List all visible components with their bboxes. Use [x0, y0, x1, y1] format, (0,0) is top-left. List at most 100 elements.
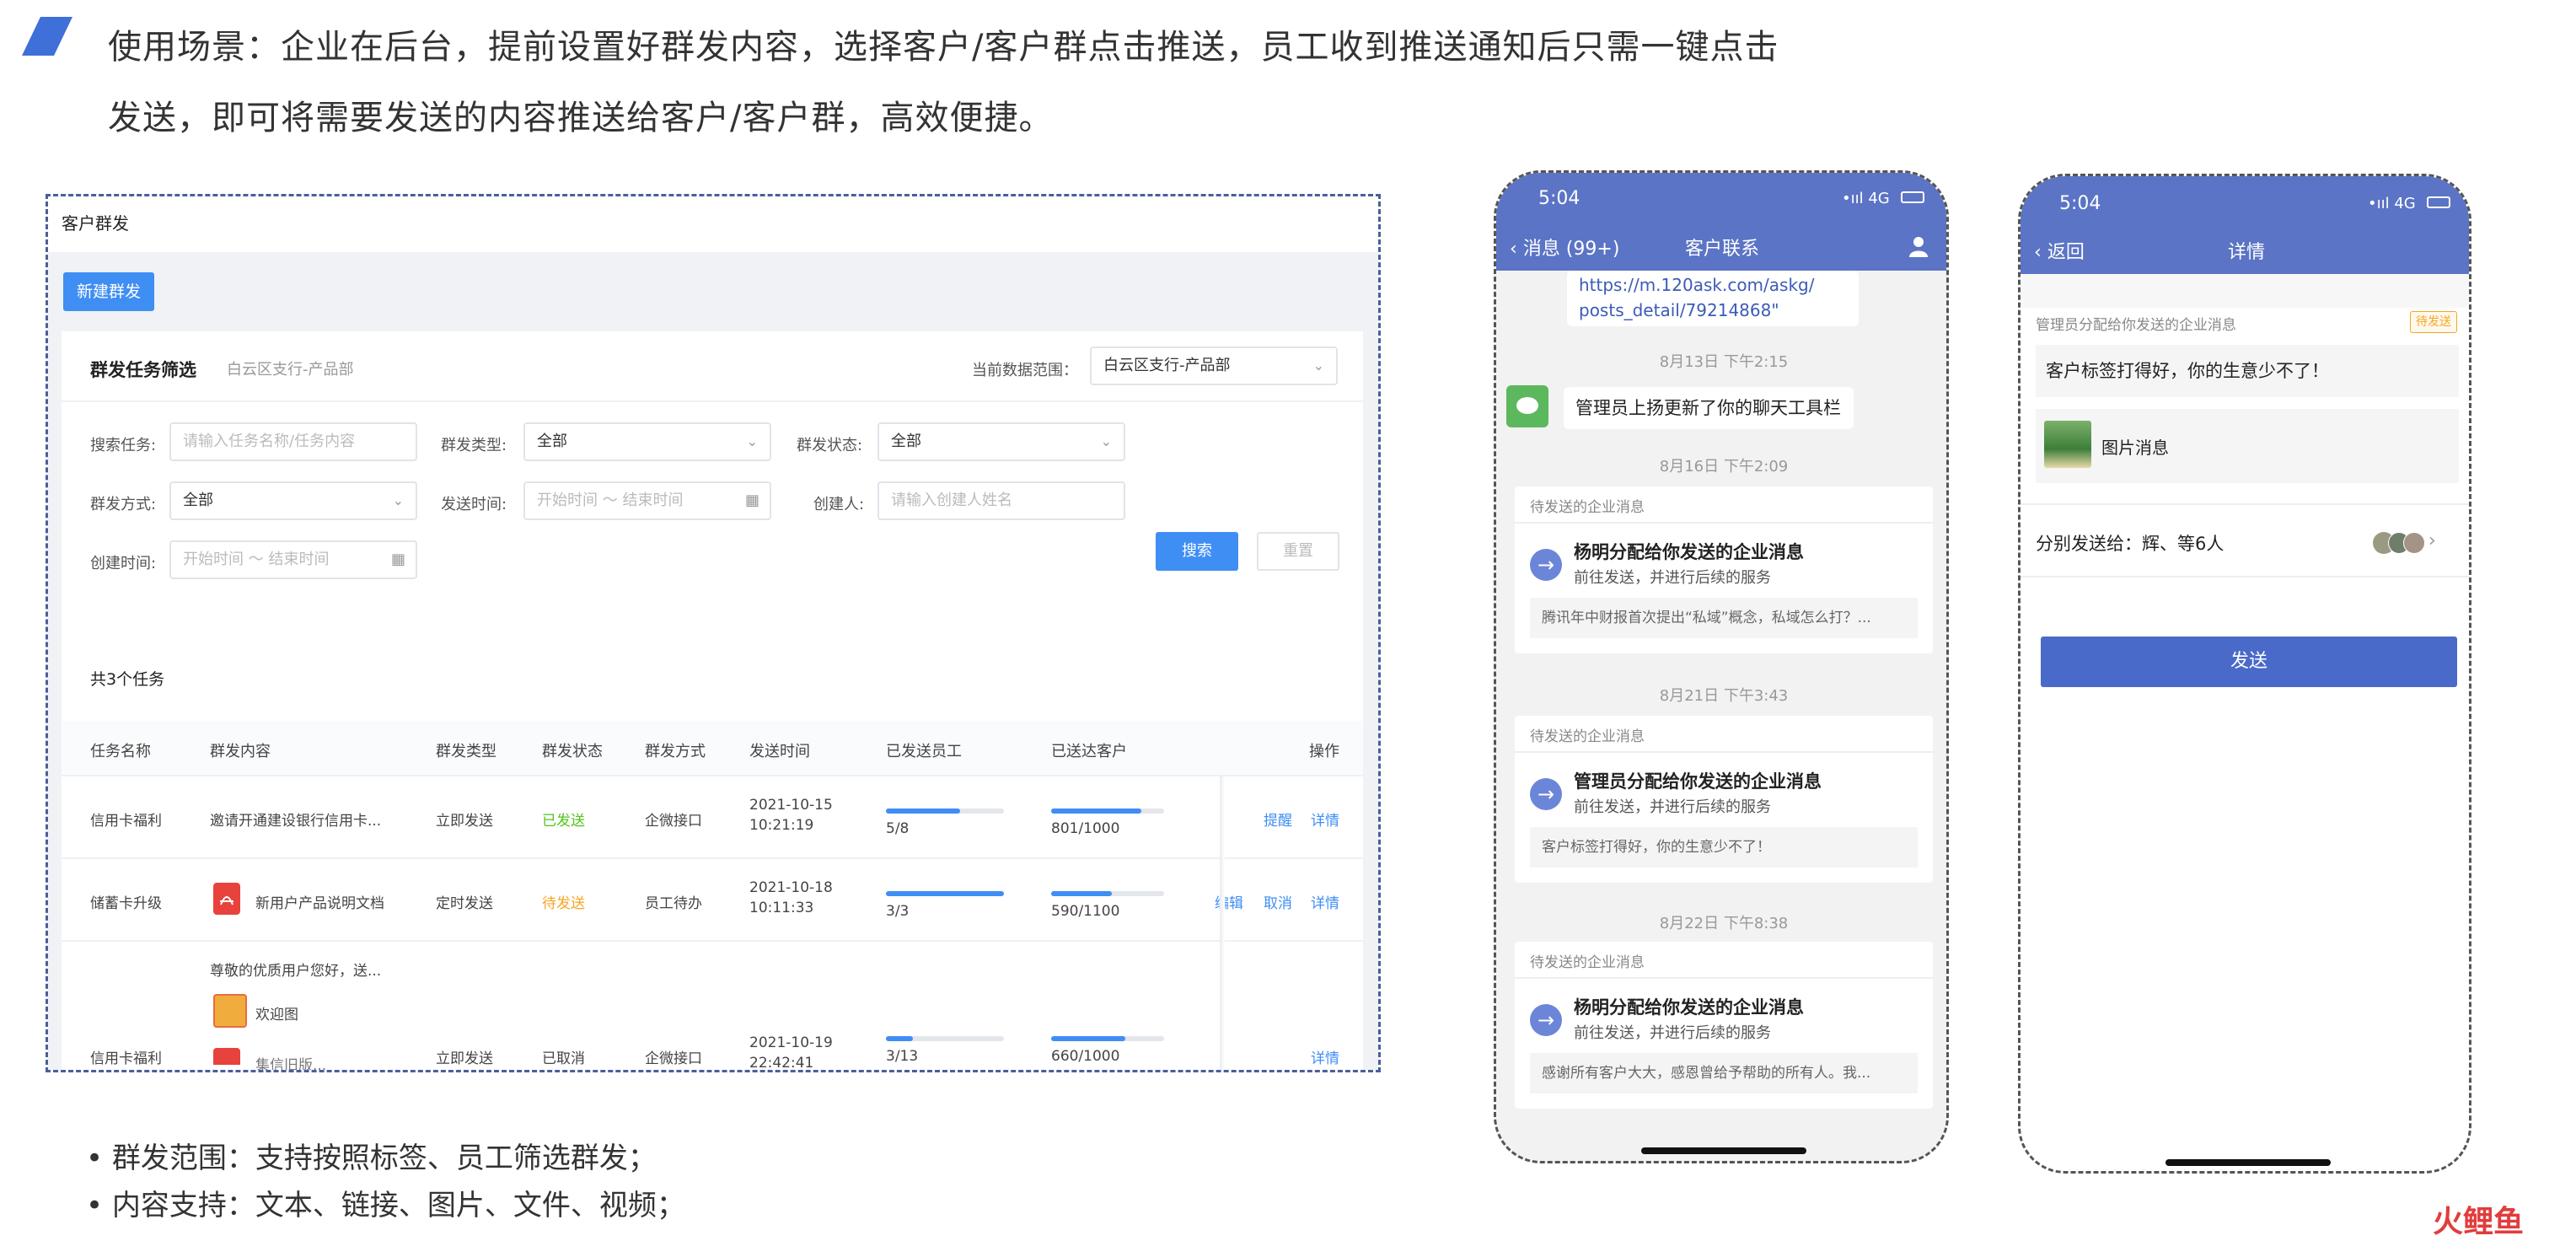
send-time: 22:42:41 — [749, 1055, 814, 1072]
signal-indicator: •ııl 4G — [1842, 190, 1890, 207]
person-icon[interactable] — [1908, 235, 1929, 257]
chevron-down-icon: ⌄ — [392, 492, 404, 508]
divider — [2021, 503, 2469, 505]
task-method: 企微接口 — [645, 813, 702, 830]
remind-link[interactable]: 提醒 — [1264, 809, 1292, 830]
image-message[interactable]: 图片消息 — [2036, 409, 2459, 483]
status-bar: 5:04 •ııl 4G — [1496, 173, 1946, 223]
send-time-range-input[interactable]: 开始时间 ～ 结束时间 ▦ — [523, 481, 771, 520]
detail-link[interactable]: 详情 — [1311, 1046, 1339, 1067]
staff-count: 3/3 — [886, 903, 910, 920]
arrow-right-icon: → — [1530, 1004, 1562, 1036]
card-quote: 感谢所有客户大大，感恩曾给予帮助的所有人。我... — [1530, 1053, 1918, 1093]
divider — [1515, 522, 1933, 524]
send-time-placeholder: 开始时间 ～ 结束时间 — [537, 492, 684, 509]
card-title: 杨明分配给你发送的企业消息 — [1574, 997, 1804, 1018]
header-slash-icon — [22, 17, 72, 56]
card-quote: 腾讯年中财报首次提出“私域”概念，私域怎么打？... — [1530, 598, 1918, 638]
search-button[interactable]: 搜索 — [1156, 532, 1238, 571]
broadcast-status-value: 全部 — [891, 432, 921, 450]
task-search-label: 搜索任务: — [90, 437, 157, 454]
chevron-down-icon: ⌄ — [746, 433, 758, 449]
creator-input[interactable]: 请输入创建人姓名 — [877, 481, 1125, 520]
customer-progress-fill — [1051, 891, 1113, 896]
data-range-select[interactable]: 白云区支行-产品部 ⌄ — [1090, 347, 1338, 385]
col-send-time: 发送时间 — [749, 743, 810, 760]
create-time-range-input[interactable]: 开始时间 ～ 结束时间 ▦ — [169, 540, 417, 579]
watermark-logo: 火鲤鱼 — [2433, 1205, 2525, 1239]
customer-count: 590/1100 — [1051, 903, 1120, 920]
task-method: 企微接口 — [645, 1050, 702, 1067]
customer-progress-bar — [1051, 891, 1164, 896]
status-time: 5:04 — [1538, 188, 1580, 209]
col-actions: 操作 — [1309, 743, 1339, 760]
status-badge: 已取消 — [542, 1050, 585, 1067]
timestamp: 8月16日 下午2:09 — [1659, 458, 1789, 475]
enterprise-message-card[interactable]: 待发送的企业消息 → 杨明分配给你发送的企业消息 前往发送，并进行后续的服务 感… — [1515, 942, 1933, 1109]
image-message-label: 图片消息 — [2101, 438, 2169, 458]
broadcast-method-select[interactable]: 全部 ⌄ — [169, 481, 417, 520]
divider — [1515, 977, 1933, 979]
data-range-value: 白云区支行-产品部 — [1103, 357, 1231, 374]
task-name: 储蓄卡升级 — [90, 895, 162, 912]
task-count: 共3个任务 — [90, 670, 165, 689]
calendar-icon: ▦ — [744, 492, 759, 509]
send-date: 2021-10-15 — [749, 797, 833, 814]
chevron-left-icon: ‹ — [1510, 239, 1517, 260]
scenario-description: 使用场景：企业在后台，提前设置好群发内容，选择客户/客户群点击推送，员工收到推送… — [108, 12, 1962, 153]
system-message: 管理员上扬更新了你的聊天工具栏 — [1564, 387, 1854, 429]
status-time: 5:04 — [2059, 193, 2101, 214]
customer-progress-bar — [1051, 1036, 1164, 1041]
nav-bar: ‹ 返回 详情 — [2021, 227, 2469, 274]
calendar-icon: ▦ — [390, 551, 405, 568]
avatar — [2403, 532, 2425, 554]
task-search-input[interactable]: 请输入任务名称/任务内容 — [169, 422, 417, 461]
recipient-avatars[interactable]: › — [2373, 530, 2445, 556]
bullet-scope: • 群发范围：支持按照标签、员工筛选群发； — [86, 1142, 657, 1175]
enterprise-message-card[interactable]: 待发送的企业消息 → 杨明分配给你发送的企业消息 前往发送，并进行后续的服务 腾… — [1515, 486, 1933, 653]
send-date: 2021-10-18 — [749, 879, 833, 896]
filter-subtitle: 白云区支行-产品部 — [227, 361, 354, 379]
chevron-left-icon: ‹ — [2034, 242, 2042, 263]
arrow-right-icon: → — [1530, 549, 1562, 581]
task-content: 新用户产品说明文档 — [255, 895, 384, 912]
filter-title: 群发任务筛选 — [90, 360, 196, 380]
broadcast-method-value: 全部 — [183, 492, 213, 509]
bullet-content-support: • 内容支持：文本、链接、图片、文件、视频； — [86, 1189, 685, 1222]
detail-link[interactable]: 详情 — [1311, 809, 1339, 830]
staff-count: 5/8 — [886, 820, 910, 837]
enterprise-message-card[interactable]: 待发送的企业消息 → 管理员分配给你发送的企业消息 前往发送，并进行后续的服务 … — [1515, 716, 1933, 883]
send-time: 10:21:19 — [749, 817, 814, 834]
col-task-name: 任务名称 — [90, 743, 151, 760]
back-button[interactable]: ‹ 返回 — [2034, 237, 2085, 264]
phone-detail: 5:04 •ııl 4G ‹ 返回 详情 管理员分配给你发送的企业消息 待发送 … — [2018, 174, 2471, 1174]
cancel-link[interactable]: 取消 — [1264, 891, 1292, 912]
customer-progress-fill — [1051, 809, 1142, 814]
send-button[interactable]: 发送 — [2041, 637, 2457, 687]
recipients-text: 分别发送给：辉、等6人 — [2036, 534, 2224, 554]
link-line-2: posts_detail/79214868" — [1579, 300, 1779, 320]
new-broadcast-button[interactable]: 新建群发 — [63, 272, 154, 311]
divider — [62, 400, 1363, 402]
col-method: 群发方式 — [645, 743, 706, 760]
staff-count: 3/13 — [886, 1048, 919, 1065]
reset-button[interactable]: 重置 — [1257, 532, 1339, 571]
battery-icon — [2427, 196, 2450, 208]
arrow-right-icon: → — [1530, 778, 1562, 810]
detail-link[interactable]: 详情 — [1311, 891, 1339, 912]
table-row: 信用卡福利 邀请开通建设银行信用卡... 立即发送 已发送 企微接口 2021-… — [62, 776, 1363, 859]
broadcast-status-select[interactable]: 全部 ⌄ — [877, 422, 1125, 461]
broadcast-type-select[interactable]: 全部 ⌄ — [523, 422, 771, 461]
task-type: 立即发送 — [436, 1050, 493, 1067]
battery-icon — [1901, 191, 1924, 203]
link-message[interactable]: https://m.120ask.com/askg/ posts_detail/… — [1567, 271, 1859, 326]
status-badge: 已发送 — [542, 813, 585, 830]
chevron-down-icon: ⌄ — [1312, 357, 1324, 373]
admin-panel: 客户群发 新建群发 群发任务筛选 白云区支行-产品部 当前数据范围： 白云区支行… — [46, 194, 1381, 1072]
card-tag: 待发送的企业消息 — [1530, 954, 1645, 971]
staff-progress-bar — [886, 1036, 1004, 1041]
back-button[interactable]: ‹ 消息 (99+) — [1510, 234, 1619, 261]
chevron-right-icon: › — [2428, 530, 2436, 551]
staff-progress-fill — [886, 1036, 914, 1041]
table-row: 尊敬的优质用户您好，送... 欢迎图 集信旧版... 信用卡福利 立即发送 已取… — [62, 942, 1363, 1072]
